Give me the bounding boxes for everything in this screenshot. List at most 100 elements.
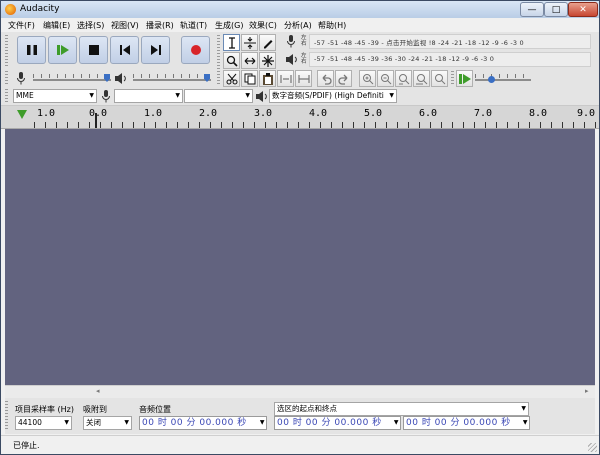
zoom-out-button[interactable] bbox=[377, 70, 394, 87]
audio-host-select[interactable]: MME ▼ bbox=[13, 89, 97, 103]
play-at-speed-knob[interactable] bbox=[488, 76, 495, 83]
record-meter[interactable]: -57 -51 -48 -45 -39 - 点击开始监视 !8 -24 -21 … bbox=[309, 34, 591, 49]
maximize-button[interactable]: □ bbox=[544, 2, 568, 17]
cut-button[interactable] bbox=[223, 70, 240, 87]
snap-to-value: 关闭 bbox=[86, 418, 101, 427]
scroll-left-icon[interactable]: ◂ bbox=[96, 387, 100, 395]
recording-volume-track bbox=[33, 79, 111, 81]
play-at-speed-button[interactable] bbox=[456, 70, 473, 87]
playback-device-speaker-icon bbox=[256, 91, 267, 102]
chevron-down-icon[interactable]: ▼ bbox=[523, 417, 528, 429]
menu-transport[interactable]: 播录(R) bbox=[146, 20, 174, 31]
mixer-toolbar-grip[interactable] bbox=[5, 71, 8, 85]
selection-start-time[interactable]: 00 时 00 分 00.000 秒 ▼ bbox=[274, 416, 401, 430]
recording-volume-ticks bbox=[33, 74, 111, 78]
recording-device-mic-icon bbox=[102, 90, 110, 103]
menu-tracks[interactable]: 轨道(T) bbox=[180, 20, 207, 31]
selection-end-time[interactable]: 00 时 00 分 00.000 秒 ▼ bbox=[403, 416, 530, 430]
skip-to-end-button[interactable] bbox=[141, 36, 170, 64]
fit-project-icon bbox=[416, 74, 428, 85]
zoom-tool-button[interactable] bbox=[223, 52, 240, 69]
project-rate-select[interactable]: 44100 ▼ bbox=[15, 416, 72, 430]
chevron-down-icon: ▼ bbox=[64, 419, 69, 426]
playback-volume-speaker-icon bbox=[115, 73, 126, 84]
silence-audio-button[interactable] bbox=[295, 70, 312, 87]
audio-position-label: 音频位置 bbox=[139, 405, 171, 414]
zoom-in-button[interactable] bbox=[359, 70, 376, 87]
stop-button[interactable] bbox=[79, 36, 108, 64]
transport-toolbar-grip[interactable] bbox=[5, 35, 8, 68]
tools-toolbar-grip[interactable] bbox=[217, 35, 220, 85]
resize-grip-icon[interactable] bbox=[588, 443, 597, 452]
recording-device-select[interactable]: ▼ bbox=[114, 89, 183, 103]
chevron-down-icon[interactable]: ▼ bbox=[394, 417, 399, 429]
ruler-label: 1.0 bbox=[37, 108, 56, 119]
playback-meter[interactable]: -57 -51 -48 -45 -39 -36 -30 -24 -21 -18 … bbox=[309, 52, 591, 67]
close-button[interactable]: ✕ bbox=[568, 2, 598, 17]
ruler-label: 9.0 bbox=[577, 108, 596, 119]
draw-tool-button[interactable] bbox=[259, 34, 276, 51]
menu-help[interactable]: 帮助(H) bbox=[318, 20, 346, 31]
ruler-label: 7.0 bbox=[474, 108, 493, 119]
undo-button[interactable] bbox=[317, 70, 334, 87]
menu-edit[interactable]: 编辑(E) bbox=[43, 20, 70, 31]
multi-tool-button[interactable] bbox=[259, 52, 276, 69]
track-panel[interactable] bbox=[5, 129, 595, 385]
copy-icon bbox=[244, 73, 256, 85]
playhead-icon[interactable] bbox=[17, 110, 27, 119]
menu-file[interactable]: 文件(F) bbox=[8, 20, 35, 31]
selection-toolbar-grip[interactable] bbox=[5, 401, 8, 431]
time-shift-tool-button[interactable] bbox=[241, 52, 258, 69]
playback-device-select[interactable]: 数字音频(S/PDIF) (High Definiti ▼ bbox=[269, 89, 397, 103]
ruler-label: 3.0 bbox=[254, 108, 273, 119]
menu-view[interactable]: 视图(V) bbox=[111, 20, 139, 31]
playback-volume-ticks bbox=[133, 74, 211, 78]
record-button[interactable] bbox=[181, 36, 210, 64]
copy-button[interactable] bbox=[241, 70, 258, 87]
zoom-out-icon bbox=[381, 74, 392, 85]
horizontal-scrollbar[interactable]: ◂ ▸ bbox=[5, 385, 595, 398]
audacity-window: Audacity — □ ✕ 文件(F) 编辑(E) 选择(S) 视图(V) 播… bbox=[0, 0, 600, 455]
recording-volume-mic-icon bbox=[17, 72, 25, 85]
record-icon bbox=[191, 45, 201, 55]
trim-audio-button[interactable] bbox=[277, 70, 294, 87]
fit-project-button[interactable] bbox=[413, 70, 430, 87]
menu-select[interactable]: 选择(S) bbox=[77, 20, 104, 31]
redo-button[interactable] bbox=[335, 70, 352, 87]
audio-position-time[interactable]: 00 时 00 分 00.000 秒 ▼ bbox=[139, 416, 267, 430]
zoom-toggle-button[interactable] bbox=[431, 70, 448, 87]
trim-icon bbox=[280, 75, 292, 83]
pencil-icon bbox=[264, 40, 273, 49]
fit-selection-button[interactable] bbox=[395, 70, 412, 87]
snap-to-select[interactable]: 关闭 ▼ bbox=[83, 416, 132, 430]
envelope-tool-button[interactable] bbox=[241, 34, 258, 51]
pause-button[interactable] bbox=[17, 36, 46, 64]
timeline-ruler[interactable]: 1.0 0.0 1.0 2.0 3.0 4.0 5.0 6.0 7.0 8.0 … bbox=[1, 106, 599, 129]
play-at-speed-ticks bbox=[475, 74, 531, 78]
recording-channels-select[interactable]: ▼ bbox=[184, 89, 253, 103]
right-channel-label: 右 bbox=[301, 59, 307, 65]
chevron-down-icon: ▼ bbox=[245, 92, 250, 99]
menu-analyze[interactable]: 分析(A) bbox=[284, 20, 312, 31]
chevron-down-icon[interactable]: ▼ bbox=[260, 417, 265, 429]
device-toolbar-grip[interactable] bbox=[5, 89, 8, 103]
play-button[interactable] bbox=[48, 36, 77, 64]
selection-tool-button[interactable] bbox=[223, 34, 240, 51]
skip-to-start-button[interactable] bbox=[110, 36, 139, 64]
paste-button[interactable] bbox=[259, 70, 276, 87]
selection-mode-value: 选区的起点和终点 bbox=[277, 404, 337, 413]
ruler-label: 2.0 bbox=[199, 108, 218, 119]
scroll-right-icon[interactable]: ▸ bbox=[585, 387, 589, 395]
menu-generate[interactable]: 生成(G) bbox=[215, 20, 243, 31]
play-at-speed-track bbox=[475, 79, 531, 81]
play-at-speed-icon bbox=[459, 74, 471, 84]
record-meter-mic-icon[interactable] bbox=[286, 35, 296, 48]
envelope-icon bbox=[244, 37, 256, 49]
snap-to-label: 吸附到 bbox=[83, 405, 107, 414]
play-at-speed-toolbar-grip[interactable] bbox=[451, 71, 454, 85]
playback-meter-speaker-icon[interactable] bbox=[285, 53, 298, 66]
minimize-button[interactable]: — bbox=[520, 2, 544, 17]
title-bar[interactable]: Audacity — □ ✕ bbox=[1, 1, 599, 18]
menu-effect[interactable]: 效果(C) bbox=[249, 20, 277, 31]
selection-mode-select[interactable]: 选区的起点和终点 ▼ bbox=[274, 402, 529, 416]
